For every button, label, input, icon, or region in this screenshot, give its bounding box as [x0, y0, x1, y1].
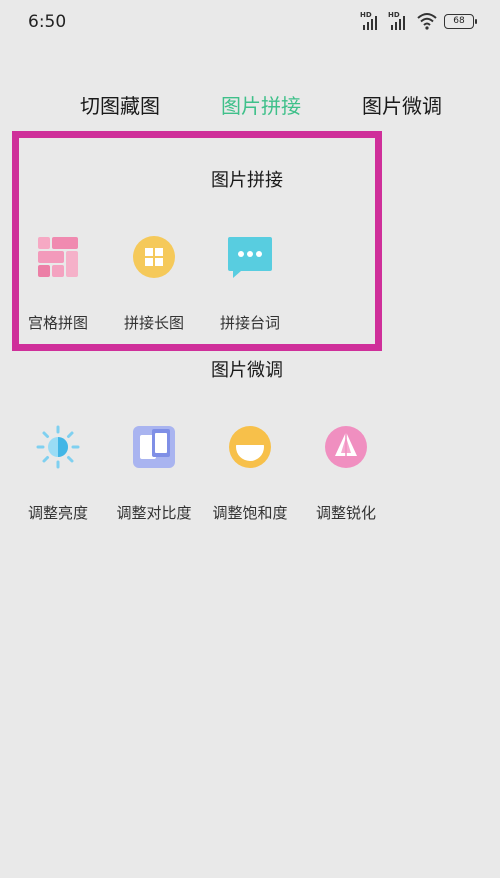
section-title-stitch: 图片拼接 — [211, 170, 283, 191]
screen: 6:50 HD HD 68 切图藏图 图片拼接 图片微调 图片拼接 宫格拼图 拼… — [0, 0, 500, 878]
battery-level: 68 — [453, 15, 465, 26]
tool-grid-collage[interactable]: 宫格拼图 — [13, 234, 103, 333]
contrast-icon — [131, 424, 177, 470]
saturation-icon — [227, 424, 273, 470]
tool-contrast[interactable]: 调整对比度 — [109, 424, 199, 523]
tool-label: 调整饱和度 — [212, 504, 288, 522]
status-bar: 6:50 HD HD 68 — [0, 0, 500, 46]
long-image-icon — [131, 234, 177, 280]
top-tabs: 切图藏图 图片拼接 图片微调 — [0, 90, 500, 126]
tool-stitch-lines[interactable]: 拼接台词 — [205, 234, 295, 333]
signal-icon: HD — [360, 12, 382, 30]
tool-label: 调整锐化 — [315, 504, 376, 522]
section-title-adjust: 图片微调 — [211, 360, 283, 381]
wifi-icon — [417, 13, 437, 30]
tool-sharpen[interactable]: 调整锐化 — [301, 424, 391, 523]
tool-label: 拼接长图 — [123, 314, 184, 332]
tool-saturation[interactable]: 调整饱和度 — [205, 424, 295, 523]
tool-label: 调整亮度 — [27, 504, 88, 522]
sharpen-icon — [323, 424, 369, 470]
tool-label: 调整对比度 — [116, 504, 192, 522]
tool-label: 拼接台词 — [219, 314, 280, 332]
grid-collage-icon — [35, 234, 81, 280]
brightness-icon — [35, 424, 81, 470]
status-time: 6:50 — [28, 12, 67, 32]
chat-bubble-icon — [227, 234, 273, 280]
tool-brightness[interactable]: 调整亮度 — [13, 424, 103, 523]
tool-long-image[interactable]: 拼接长图 — [109, 234, 199, 333]
signal-icon-2: HD — [388, 12, 410, 30]
battery-icon: 68 — [444, 13, 477, 29]
tab-image-adjust[interactable]: 图片微调 — [362, 90, 442, 122]
status-icons: HD HD 68 — [360, 12, 477, 30]
tab-image-stitch[interactable]: 图片拼接 — [221, 90, 301, 122]
tab-cut-hide[interactable]: 切图藏图 — [80, 90, 160, 122]
tool-label: 宫格拼图 — [27, 314, 88, 332]
